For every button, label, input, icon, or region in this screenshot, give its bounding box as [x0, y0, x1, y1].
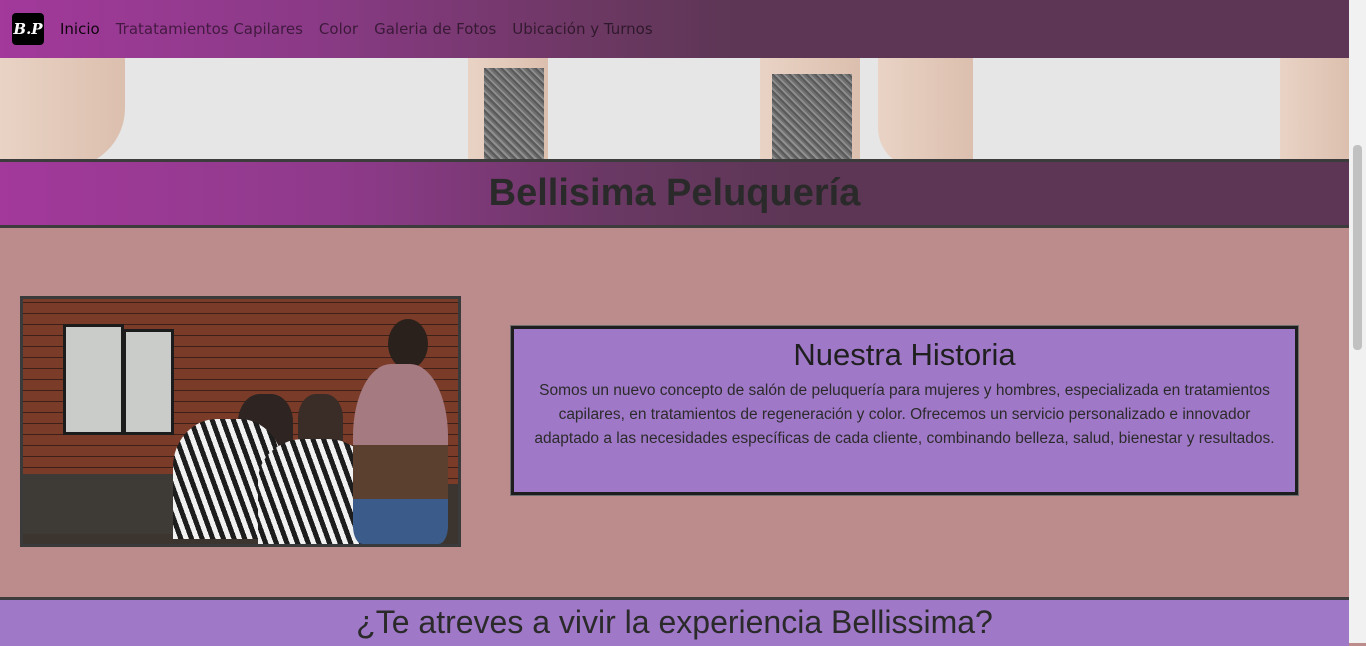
barbershop-photo: [20, 296, 461, 547]
nav-link-tratamientos[interactable]: Tratatamientos Capilares: [116, 20, 303, 38]
title-band: Bellisima Peluquería: [0, 159, 1349, 228]
story-box: Nuestra Historia Somos un nuevo concepto…: [510, 325, 1299, 496]
nav-link-galeria[interactable]: Galeria de Fotos: [374, 20, 496, 38]
cta-heading: ¿Te atreves a vivir la experiencia Belli…: [356, 604, 993, 640]
brand-logo[interactable]: B.P: [12, 13, 44, 45]
story-heading: Nuestra Historia: [793, 337, 1016, 372]
navbar: B.P Inicio Tratatamientos Capilares Colo…: [0, 0, 1349, 58]
nav-links: Inicio Tratatamientos Capilares Color Ga…: [60, 20, 653, 38]
vertical-scrollbar[interactable]: [1349, 0, 1366, 643]
scrollbar-thumb[interactable]: [1353, 145, 1362, 350]
page-title: Bellisima Peluquería: [488, 172, 861, 214]
story-body: Somos un nuevo concepto de salón de pelu…: [534, 382, 1275, 447]
nav-link-inicio[interactable]: Inicio: [60, 20, 100, 38]
nav-link-color[interactable]: Color: [319, 20, 358, 38]
cta-band: ¿Te atreves a vivir la experiencia Belli…: [0, 597, 1349, 646]
hero-image: [0, 58, 1349, 159]
nav-link-ubicacion[interactable]: Ubicación y Turnos: [512, 20, 652, 38]
